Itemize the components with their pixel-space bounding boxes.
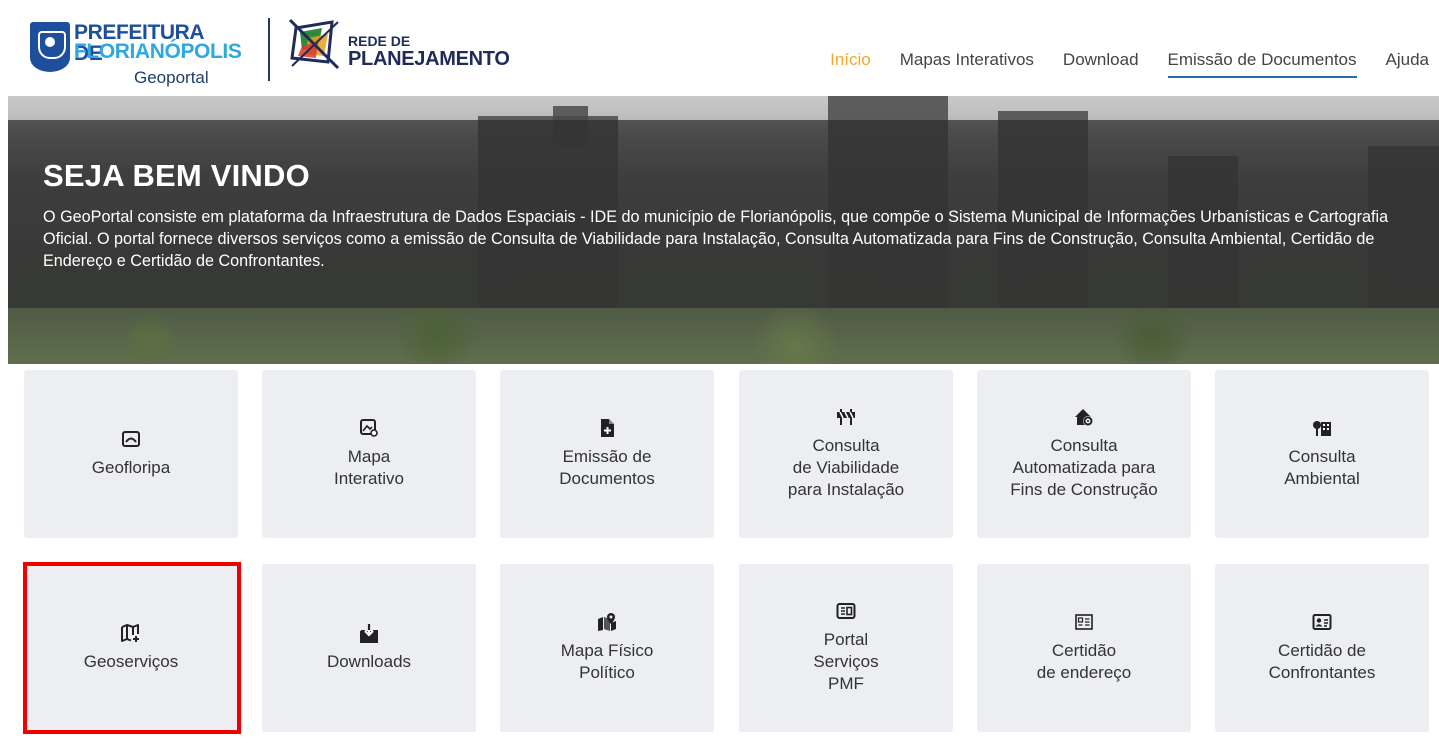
nav-item-ajuda[interactable]: Ajuda (1386, 48, 1429, 78)
tile-mapa-interativo[interactable]: Mapa Interativo (262, 370, 476, 538)
tile-label: Geoserviços (83, 652, 179, 671)
tile-label: Portal Serviços PMF (813, 630, 879, 693)
nav-item-emissao-de-documentos[interactable]: Emissão de Documentos (1167, 48, 1357, 78)
tile-label: Certidão de endereço (1036, 641, 1132, 682)
hero-banner: SEJA BEM VINDO O GeoPortal consiste em p… (8, 96, 1439, 364)
tile-label: Mapa Físico Político (560, 641, 654, 682)
map-plus-icon (121, 624, 139, 642)
tile-label: Mapa Interativo (334, 447, 404, 488)
tile-geoservicos[interactable]: Geoserviços (24, 564, 238, 732)
tile-consulta-viabilidade[interactable]: Consulta de Viabilidade para Instalação (739, 370, 953, 538)
hero-trees (8, 308, 1439, 364)
city-shield-icon (30, 22, 70, 72)
file-plus-icon (601, 419, 614, 437)
globe-frame-icon (122, 431, 140, 447)
nav-item-inicio[interactable]: Início (830, 48, 871, 78)
map-image-icon (360, 419, 378, 437)
tile-label: Downloads (326, 652, 412, 671)
tile-label: Certidão de Confrontantes (1268, 641, 1376, 682)
site-header: PREFEITURA DE FLORIANÓPOLIS Geoportal RE… (8, 8, 1439, 96)
logo-rede-line2: PLANEJAMENTO (348, 48, 510, 70)
tile-consulta-automatizada[interactable]: Consulta Automatizada para Fins de Const… (977, 370, 1191, 538)
tile-label: Consulta Ambiental (1284, 447, 1360, 488)
tile-label: Geofloripa (91, 458, 171, 477)
contact-card-icon (1312, 614, 1332, 630)
tile-portal-servicos-pmf[interactable]: Portal Serviços PMF (739, 564, 953, 732)
main-nav: Início Mapas Interativos Download Emissã… (801, 48, 1429, 78)
tile-certidao-de-confrontantes[interactable]: Certidão de Confrontantes (1215, 564, 1429, 732)
tile-label: Emissão de Documentos (559, 447, 655, 488)
hero-description: O GeoPortal consiste em plataforma da In… (43, 208, 1389, 270)
tile-emissao-de-documentos[interactable]: Emissão de Documentos (500, 370, 714, 538)
address-card-icon (1075, 614, 1093, 630)
tree-building-icon (1313, 421, 1331, 436)
tile-mapa-fisico-politico[interactable]: Mapa Físico Político (500, 564, 714, 732)
barrier-icon (837, 409, 855, 425)
tile-label: Consulta de Viabilidade para Instalação (787, 436, 905, 499)
hero-title: SEJA BEM VINDO (43, 158, 310, 193)
id-screen-icon (836, 603, 856, 619)
logo-rede-line1: REDE DE (348, 33, 411, 49)
map-pin-icon (598, 613, 616, 631)
tile-consulta-ambiental[interactable]: Consulta Ambiental (1215, 370, 1429, 538)
rede-planejamento-logo[interactable]: REDE DE PLANEJAMENTO (288, 16, 518, 88)
tile-downloads[interactable]: Downloads (262, 564, 476, 732)
rede-planejamento-icon (288, 18, 340, 70)
nav-item-mapas-interativos[interactable]: Mapas Interativos (900, 48, 1034, 78)
header-divider (268, 18, 270, 81)
nav-item-download[interactable]: Download (1063, 48, 1139, 78)
logo-pmf-line3: Geoportal (134, 68, 209, 87)
tile-certidao-de-endereco[interactable]: Certidão de endereço (977, 564, 1191, 732)
house-gear-icon (1075, 409, 1093, 426)
download-box-icon (360, 624, 378, 643)
tile-geofloripa[interactable]: Geofloripa (24, 370, 238, 538)
tile-label: Consulta Automatizada para Fins de Const… (1010, 436, 1158, 499)
prefeitura-logo[interactable]: PREFEITURA DE FLORIANÓPOLIS Geoportal (30, 16, 242, 88)
services-grid: Geofloripa Mapa Interativo Emissão de Do… (24, 370, 1430, 743)
logo-pmf-line2: FLORIANÓPOLIS (74, 40, 242, 63)
